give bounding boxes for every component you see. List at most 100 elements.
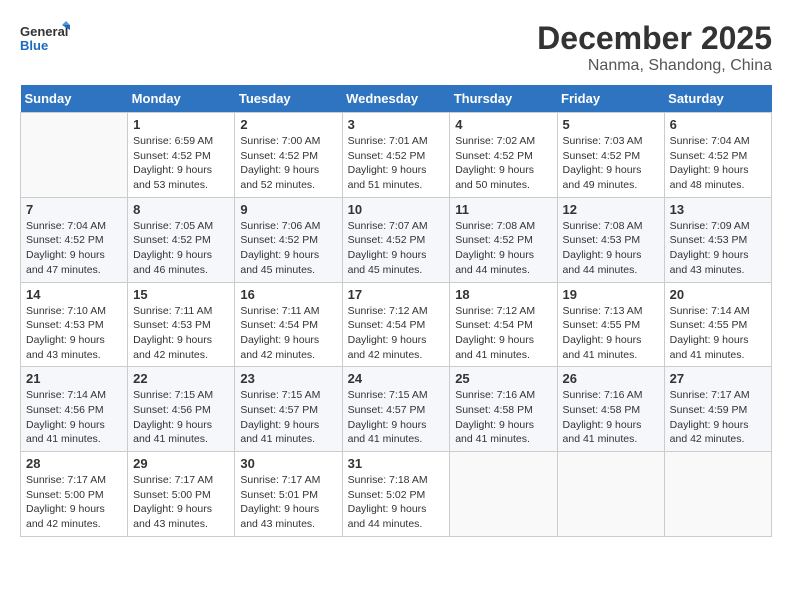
day-cell: 14 Sunrise: 7:10 AMSunset: 4:53 PMDaylig… <box>21 282 128 367</box>
day-info: Sunrise: 7:09 AMSunset: 4:53 PMDaylight:… <box>670 219 766 278</box>
day-info: Sunrise: 7:17 AMSunset: 5:00 PMDaylight:… <box>133 473 229 532</box>
day-info: Sunrise: 7:17 AMSunset: 4:59 PMDaylight:… <box>670 388 766 447</box>
day-number: 28 <box>26 456 122 471</box>
day-number: 24 <box>348 371 445 386</box>
day-number: 9 <box>240 202 336 217</box>
header-thursday: Thursday <box>450 85 557 113</box>
day-cell: 13 Sunrise: 7:09 AMSunset: 4:53 PMDaylig… <box>664 197 771 282</box>
day-cell <box>450 452 557 537</box>
day-info: Sunrise: 7:06 AMSunset: 4:52 PMDaylight:… <box>240 219 336 278</box>
day-number: 19 <box>563 287 659 302</box>
day-cell: 26 Sunrise: 7:16 AMSunset: 4:58 PMDaylig… <box>557 367 664 452</box>
logo: General Blue <box>20 20 70 58</box>
day-cell: 16 Sunrise: 7:11 AMSunset: 4:54 PMDaylig… <box>235 282 342 367</box>
day-cell: 30 Sunrise: 7:17 AMSunset: 5:01 PMDaylig… <box>235 452 342 537</box>
day-number: 7 <box>26 202 122 217</box>
day-info: Sunrise: 7:12 AMSunset: 4:54 PMDaylight:… <box>455 304 551 363</box>
day-info: Sunrise: 6:59 AMSunset: 4:52 PMDaylight:… <box>133 134 229 193</box>
header-sunday: Sunday <box>21 85 128 113</box>
page-header: General Blue December 2025 Nanma, Shando… <box>20 20 772 75</box>
day-info: Sunrise: 7:14 AMSunset: 4:55 PMDaylight:… <box>670 304 766 363</box>
header-tuesday: Tuesday <box>235 85 342 113</box>
day-cell: 27 Sunrise: 7:17 AMSunset: 4:59 PMDaylig… <box>664 367 771 452</box>
day-cell: 29 Sunrise: 7:17 AMSunset: 5:00 PMDaylig… <box>128 452 235 537</box>
day-number: 15 <box>133 287 229 302</box>
day-info: Sunrise: 7:11 AMSunset: 4:53 PMDaylight:… <box>133 304 229 363</box>
day-info: Sunrise: 7:17 AMSunset: 5:00 PMDaylight:… <box>26 473 122 532</box>
day-cell: 3 Sunrise: 7:01 AMSunset: 4:52 PMDayligh… <box>342 113 450 198</box>
day-cell: 6 Sunrise: 7:04 AMSunset: 4:52 PMDayligh… <box>664 113 771 198</box>
day-number: 29 <box>133 456 229 471</box>
day-info: Sunrise: 7:15 AMSunset: 4:57 PMDaylight:… <box>240 388 336 447</box>
location-title: Nanma, Shandong, China <box>537 57 772 75</box>
month-title: December 2025 <box>537 20 772 57</box>
day-cell: 21 Sunrise: 7:14 AMSunset: 4:56 PMDaylig… <box>21 367 128 452</box>
day-cell: 28 Sunrise: 7:17 AMSunset: 5:00 PMDaylig… <box>21 452 128 537</box>
day-number: 18 <box>455 287 551 302</box>
day-number: 6 <box>670 117 766 132</box>
day-cell <box>557 452 664 537</box>
day-number: 22 <box>133 371 229 386</box>
day-number: 1 <box>133 117 229 132</box>
svg-text:Blue: Blue <box>20 38 48 53</box>
day-number: 4 <box>455 117 551 132</box>
day-number: 30 <box>240 456 336 471</box>
day-number: 2 <box>240 117 336 132</box>
day-cell: 9 Sunrise: 7:06 AMSunset: 4:52 PMDayligh… <box>235 197 342 282</box>
day-number: 17 <box>348 287 445 302</box>
day-cell: 5 Sunrise: 7:03 AMSunset: 4:52 PMDayligh… <box>557 113 664 198</box>
day-number: 5 <box>563 117 659 132</box>
svg-text:General: General <box>20 24 68 39</box>
calendar-body: 1 Sunrise: 6:59 AMSunset: 4:52 PMDayligh… <box>21 113 772 537</box>
day-cell: 12 Sunrise: 7:08 AMSunset: 4:53 PMDaylig… <box>557 197 664 282</box>
day-number: 20 <box>670 287 766 302</box>
week-row-4: 21 Sunrise: 7:14 AMSunset: 4:56 PMDaylig… <box>21 367 772 452</box>
day-cell <box>21 113 128 198</box>
day-cell: 31 Sunrise: 7:18 AMSunset: 5:02 PMDaylig… <box>342 452 450 537</box>
logo-svg: General Blue <box>20 20 70 58</box>
day-info: Sunrise: 7:13 AMSunset: 4:55 PMDaylight:… <box>563 304 659 363</box>
day-cell: 15 Sunrise: 7:11 AMSunset: 4:53 PMDaylig… <box>128 282 235 367</box>
calendar-header-row: SundayMondayTuesdayWednesdayThursdayFrid… <box>21 85 772 113</box>
day-info: Sunrise: 7:05 AMSunset: 4:52 PMDaylight:… <box>133 219 229 278</box>
day-cell <box>664 452 771 537</box>
day-info: Sunrise: 7:15 AMSunset: 4:56 PMDaylight:… <box>133 388 229 447</box>
day-number: 21 <box>26 371 122 386</box>
day-cell: 1 Sunrise: 6:59 AMSunset: 4:52 PMDayligh… <box>128 113 235 198</box>
week-row-5: 28 Sunrise: 7:17 AMSunset: 5:00 PMDaylig… <box>21 452 772 537</box>
day-info: Sunrise: 7:16 AMSunset: 4:58 PMDaylight:… <box>563 388 659 447</box>
day-info: Sunrise: 7:12 AMSunset: 4:54 PMDaylight:… <box>348 304 445 363</box>
day-info: Sunrise: 7:00 AMSunset: 4:52 PMDaylight:… <box>240 134 336 193</box>
day-info: Sunrise: 7:08 AMSunset: 4:53 PMDaylight:… <box>563 219 659 278</box>
day-info: Sunrise: 7:14 AMSunset: 4:56 PMDaylight:… <box>26 388 122 447</box>
day-number: 14 <box>26 287 122 302</box>
day-info: Sunrise: 7:18 AMSunset: 5:02 PMDaylight:… <box>348 473 445 532</box>
day-info: Sunrise: 7:15 AMSunset: 4:57 PMDaylight:… <box>348 388 445 447</box>
day-number: 27 <box>670 371 766 386</box>
day-number: 26 <box>563 371 659 386</box>
day-number: 10 <box>348 202 445 217</box>
week-row-1: 1 Sunrise: 6:59 AMSunset: 4:52 PMDayligh… <box>21 113 772 198</box>
calendar-table: SundayMondayTuesdayWednesdayThursdayFrid… <box>20 85 772 537</box>
day-number: 3 <box>348 117 445 132</box>
day-cell: 11 Sunrise: 7:08 AMSunset: 4:52 PMDaylig… <box>450 197 557 282</box>
day-number: 23 <box>240 371 336 386</box>
header-monday: Monday <box>128 85 235 113</box>
day-info: Sunrise: 7:08 AMSunset: 4:52 PMDaylight:… <box>455 219 551 278</box>
day-info: Sunrise: 7:16 AMSunset: 4:58 PMDaylight:… <box>455 388 551 447</box>
day-info: Sunrise: 7:03 AMSunset: 4:52 PMDaylight:… <box>563 134 659 193</box>
day-cell: 10 Sunrise: 7:07 AMSunset: 4:52 PMDaylig… <box>342 197 450 282</box>
header-saturday: Saturday <box>664 85 771 113</box>
day-info: Sunrise: 7:02 AMSunset: 4:52 PMDaylight:… <box>455 134 551 193</box>
week-row-2: 7 Sunrise: 7:04 AMSunset: 4:52 PMDayligh… <box>21 197 772 282</box>
day-info: Sunrise: 7:10 AMSunset: 4:53 PMDaylight:… <box>26 304 122 363</box>
day-cell: 22 Sunrise: 7:15 AMSunset: 4:56 PMDaylig… <box>128 367 235 452</box>
day-number: 11 <box>455 202 551 217</box>
day-info: Sunrise: 7:17 AMSunset: 5:01 PMDaylight:… <box>240 473 336 532</box>
day-cell: 25 Sunrise: 7:16 AMSunset: 4:58 PMDaylig… <box>450 367 557 452</box>
day-cell: 7 Sunrise: 7:04 AMSunset: 4:52 PMDayligh… <box>21 197 128 282</box>
day-info: Sunrise: 7:01 AMSunset: 4:52 PMDaylight:… <box>348 134 445 193</box>
day-cell: 2 Sunrise: 7:00 AMSunset: 4:52 PMDayligh… <box>235 113 342 198</box>
day-info: Sunrise: 7:11 AMSunset: 4:54 PMDaylight:… <box>240 304 336 363</box>
day-cell: 23 Sunrise: 7:15 AMSunset: 4:57 PMDaylig… <box>235 367 342 452</box>
